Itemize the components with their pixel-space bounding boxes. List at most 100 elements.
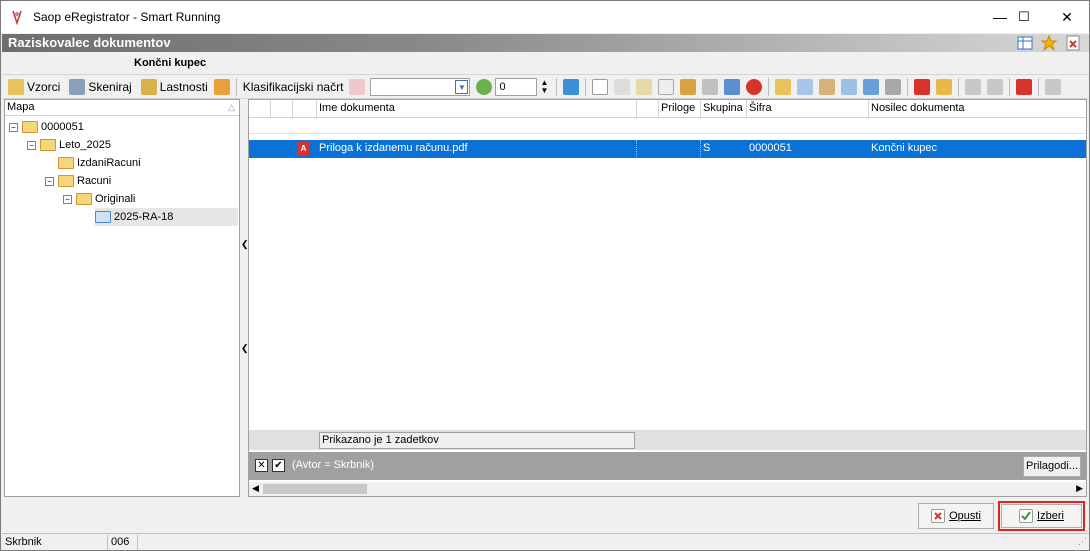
folder-open-icon: [58, 175, 74, 187]
cell-sifra[interactable]: 0000051: [747, 140, 869, 158]
separator: [1009, 77, 1011, 96]
enable-filter-checkbox[interactable]: ✔: [272, 459, 285, 472]
close-button[interactable]: ✕: [1044, 1, 1090, 33]
prilagodi-button[interactable]: Prilagodi...: [1023, 456, 1081, 477]
tree-item[interactable]: − 0000051: [9, 118, 84, 136]
cell-priloge[interactable]: [659, 140, 701, 158]
klasifikacija-combo[interactable]: ▼: [370, 77, 471, 96]
tree-item[interactable]: − Racuni: [45, 172, 111, 190]
filter-icon[interactable]: [563, 78, 580, 95]
tree-item-label: Racuni: [77, 175, 112, 187]
pdf-icon: A: [295, 142, 310, 160]
separator: [556, 77, 558, 96]
lock-icon[interactable]: [680, 78, 697, 95]
column-header-skupina[interactable]: Skupina: [701, 100, 747, 118]
scroll-left-icon[interactable]: ◀: [252, 483, 259, 494]
print-icon[interactable]: [1045, 78, 1062, 95]
column-header-ime[interactable]: Ime dokumenta: [317, 100, 637, 118]
tree-item[interactable]: − Leto_2025: [27, 136, 111, 154]
confirm-check-icon: [1019, 509, 1034, 523]
tree-item[interactable]: IzdaniRacuni: [58, 154, 141, 172]
maximize-button[interactable]: ☐: [1001, 1, 1047, 33]
grid-settings-icon[interactable]: [1017, 35, 1033, 51]
app-icon: [9, 9, 25, 26]
collapse-icon[interactable]: −: [63, 194, 72, 204]
back-icon[interactable]: [965, 78, 982, 95]
filter-expression[interactable]: (Avtor = Skrbnik): [292, 459, 374, 471]
forward-icon[interactable]: [987, 78, 1004, 95]
title-bar: Saop eRegistrator - Smart Running — ☐ ✕: [1, 1, 1089, 33]
edit-icon[interactable]: [636, 78, 653, 95]
skeniraj-label: Skeniraj: [88, 79, 132, 94]
scrollbar-thumb[interactable]: [263, 484, 367, 494]
tree-header: Mapa △: [5, 100, 239, 116]
delete-icon[interactable]: [746, 78, 763, 95]
clear-filter-icon[interactable]: [1016, 78, 1033, 95]
vzorci-button[interactable]: Vzorci: [2, 76, 63, 98]
header-icons: [1017, 34, 1081, 52]
resize-grip-icon[interactable]: ⋰: [1078, 536, 1087, 547]
sort-icon[interactable]: △: [228, 100, 235, 115]
column-header-blank[interactable]: [271, 100, 293, 118]
panel-splitter[interactable]: ❮ ❮: [241, 99, 249, 497]
tree-header-label: Mapa: [7, 101, 35, 113]
clear-filter-checkbox[interactable]: ✕: [255, 459, 268, 472]
izberi-button[interactable]: Izberi: [1001, 504, 1082, 528]
column-header-icon[interactable]: [293, 100, 317, 118]
properties-icon: [140, 78, 157, 95]
collapse-icon[interactable]: −: [27, 140, 36, 150]
cell-skupina[interactable]: S: [701, 140, 747, 158]
folder-document-icon: [95, 211, 111, 223]
scanner-icon: [69, 78, 86, 95]
favorite-star-icon[interactable]: [1040, 34, 1058, 52]
grid-summary-bar: Prikazano je 1 zadetkov: [249, 430, 1086, 450]
unlock-icon[interactable]: [702, 78, 719, 95]
eraser-icon[interactable]: [349, 78, 366, 95]
opusti-button[interactable]: Opusti: [918, 503, 994, 529]
folder-open-icon: [40, 139, 56, 151]
calendar-icon[interactable]: [213, 78, 230, 95]
separator: [1038, 77, 1040, 96]
chevron-down-icon[interactable]: ▼: [455, 79, 469, 94]
collapse-icon[interactable]: −: [45, 176, 54, 186]
scroll-right-icon[interactable]: ▶: [1076, 483, 1083, 494]
document-arrow-icon[interactable]: [658, 78, 675, 95]
import-icon[interactable]: [775, 78, 792, 95]
paste-special-icon[interactable]: [841, 78, 858, 95]
stepper-value: 0: [499, 80, 506, 93]
table-row[interactable]: A Priloga k izdanemu računu.pdf S 000005…: [249, 140, 1086, 158]
copy-icon[interactable]: [614, 78, 631, 95]
column-header-priloge[interactable]: Priloge: [659, 100, 701, 118]
number-stepper[interactable]: 0 ▲ ▼: [495, 77, 548, 96]
new-document-icon[interactable]: [592, 78, 609, 95]
horizontal-scrollbar[interactable]: ◀ ▶: [249, 482, 1086, 496]
column-header-blank[interactable]: [249, 100, 271, 118]
link-icon[interactable]: [724, 78, 741, 95]
stack-icon[interactable]: [885, 78, 902, 95]
tree-item-selected[interactable]: 2025-RA-18: [95, 208, 238, 226]
folder-icon: [58, 157, 74, 169]
column-header-nosilec[interactable]: Nosilec dokumenta: [869, 100, 1086, 118]
separator: [958, 77, 960, 96]
send-icon[interactable]: [863, 78, 880, 95]
paste-icon[interactable]: [819, 78, 836, 95]
refresh-icon[interactable]: [476, 78, 493, 95]
column-header-sifra[interactable]: Šifra: [747, 100, 869, 118]
close-document-icon[interactable]: [1065, 35, 1081, 51]
tree-item[interactable]: − Originali: [63, 190, 135, 208]
cell-ime[interactable]: Priloga k izdanemu računu.pdf: [317, 140, 637, 158]
remove-link-icon[interactable]: [914, 78, 931, 95]
stepper-arrows-icon[interactable]: ▲ ▼: [541, 78, 549, 95]
cell-nosilec[interactable]: Končni kupec: [869, 140, 1086, 158]
lastnosti-button[interactable]: Lastnosti: [135, 76, 211, 98]
grid-filter-row[interactable]: [249, 118, 1086, 134]
tree-item-label: 0000051: [41, 121, 84, 133]
app-window: Saop eRegistrator - Smart Running — ☐ ✕ …: [0, 0, 1090, 551]
archive-icon[interactable]: [936, 78, 953, 95]
skeniraj-button[interactable]: Skeniraj: [63, 76, 134, 98]
column-header-blank[interactable]: [637, 100, 659, 118]
tree-item-label: 2025-RA-18: [114, 211, 174, 223]
duplicate-icon[interactable]: [797, 78, 814, 95]
tree-item-label: Originali: [95, 193, 136, 205]
collapse-icon[interactable]: −: [9, 122, 18, 132]
